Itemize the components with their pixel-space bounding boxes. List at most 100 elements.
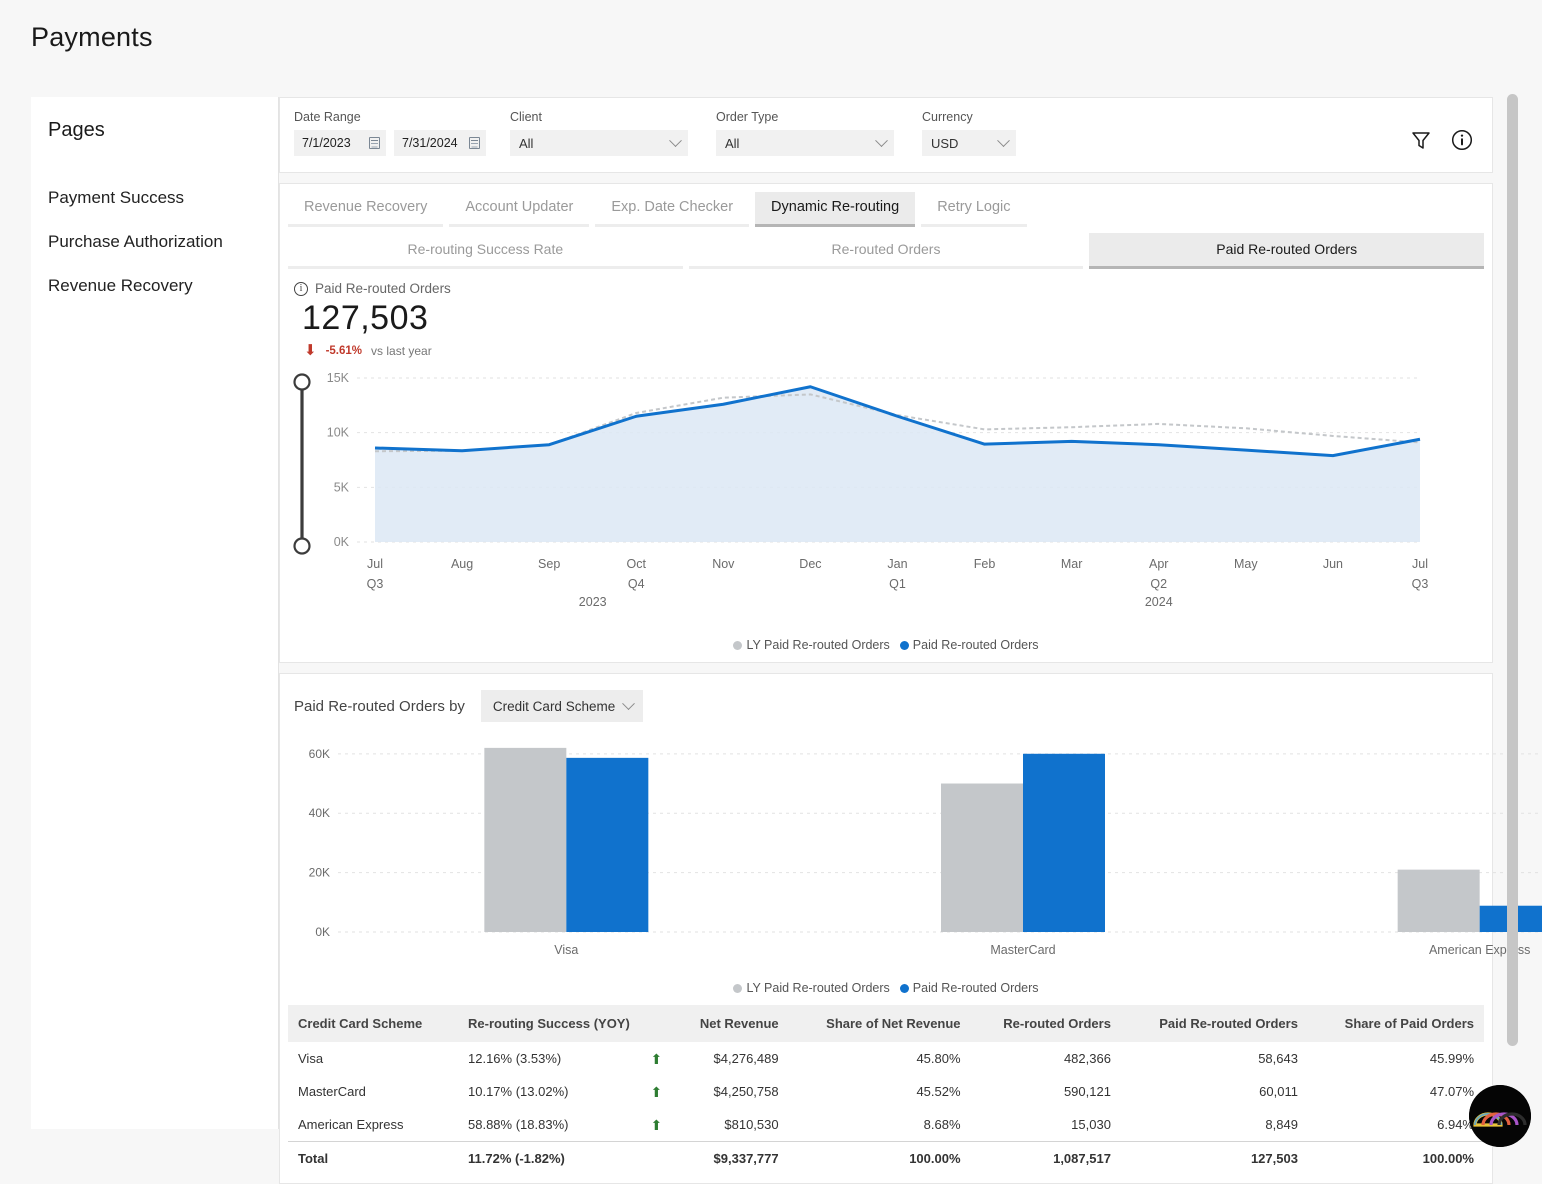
sidebar-item-purchase-authorization[interactable]: Purchase Authorization	[31, 220, 278, 264]
dashboard-card: Revenue Recovery Account Updater Exp. Da…	[279, 183, 1493, 663]
cell-rerouted-orders: 482,366	[1063, 1051, 1111, 1066]
cell-share-paid-orders: 47.07%	[1429, 1084, 1474, 1099]
bar-chart-container: 0K 20K 40K 60K Visa MasterCard American Expres…	[288, 722, 1542, 977]
client-filter: Client All	[510, 110, 688, 156]
chevron-down-icon	[997, 133, 1010, 147]
sidebar-item-revenue-recovery[interactable]: Revenue Recovery	[31, 264, 278, 308]
date-range-start-input[interactable]: 7/1/2023	[294, 130, 386, 156]
cell-share-paid-orders: 100.00%	[1307, 1141, 1484, 1175]
currency-label: Currency	[922, 110, 973, 124]
tab-dynamic-re-routing[interactable]: Dynamic Re-routing	[755, 192, 916, 227]
column-header-re-routing-success[interactable]: Re-routing Success (YOY)	[458, 1005, 673, 1042]
svg-text:MasterCard: MasterCard	[990, 943, 1055, 957]
currency-select[interactable]: USD	[922, 130, 1016, 156]
legend-item-ly-paid-re-routed-orders: LY Paid Re-routed Orders	[733, 981, 890, 995]
cell-paid-rerouted-orders: 127,503	[1120, 1141, 1308, 1175]
page-scrollbar-thumb[interactable]	[1507, 94, 1518, 1046]
svg-text:15K: 15K	[327, 371, 350, 385]
client-value: All	[519, 135, 534, 151]
client-label: Client	[510, 110, 542, 124]
svg-text:2023: 2023	[579, 595, 607, 609]
sidebar-heading: Pages	[48, 119, 105, 141]
cell-share-net-revenue: 45.80%	[916, 1051, 961, 1066]
cell-share-paid-orders: 45.99%	[1429, 1051, 1474, 1066]
filter-funnel-icon[interactable]	[1410, 129, 1432, 151]
column-header-net-revenue[interactable]: Net Revenue	[672, 1005, 789, 1042]
kpi-value: 127,503	[302, 299, 429, 337]
svg-text:Aug: Aug	[451, 557, 473, 571]
column-header-share-of-net-revenue[interactable]: Share of Net Revenue	[788, 1005, 971, 1042]
column-header-re-routed-orders[interactable]: Re-routed Orders	[970, 1005, 1121, 1042]
svg-text:May: May	[1234, 557, 1258, 571]
trend-placeholder	[659, 1151, 663, 1166]
assistant-badge[interactable]	[1469, 1085, 1531, 1147]
tab-revenue-recovery[interactable]: Revenue Recovery	[288, 192, 444, 227]
legend-swatch-last-year	[733, 640, 743, 650]
cell-share-net-revenue: 8.68%	[923, 1117, 961, 1132]
svg-text:Visa: Visa	[554, 943, 578, 957]
cell-share-paid-orders: 6.94%	[1437, 1117, 1474, 1132]
breakdown-table: Credit Card Scheme Re-routing Success (Y…	[288, 1005, 1484, 1175]
legend-label-current: Paid Re-routed Orders	[912, 981, 1039, 995]
svg-text:Apr: Apr	[1149, 557, 1168, 571]
cell-rerouting-success: 11.72% (-1.82%)	[458, 1141, 673, 1175]
order-type-select[interactable]: All	[716, 130, 894, 156]
info-icon[interactable]: i	[294, 281, 308, 296]
cell-scheme: American Express	[298, 1117, 404, 1132]
cell-scheme: MasterCard	[298, 1084, 366, 1099]
cell-net-revenue: $9,337,777	[672, 1141, 789, 1175]
subtab-re-routing-success-rate[interactable]: Re-routing Success Rate	[288, 233, 683, 269]
sidebar: Pages Payment Success Purchase Authoriza…	[31, 97, 279, 1129]
date-range-end-input[interactable]: 7/31/2024	[394, 130, 486, 156]
dimension-value: Credit Card Scheme	[492, 698, 616, 714]
breakdown-card: Paid Re-routed Orders by Credit Card Sch…	[279, 673, 1542, 1184]
dimension-select[interactable]: Credit Card Scheme	[480, 690, 643, 722]
info-icon[interactable]	[1450, 128, 1474, 152]
tab-exp-date-checker[interactable]: Exp. Date Checker	[595, 192, 750, 227]
column-header-share-of-paid-orders[interactable]: Share of Paid Orders	[1307, 1005, 1484, 1042]
tab-account-updater[interactable]: Account Updater	[449, 192, 590, 227]
subtab-re-routed-orders[interactable]: Re-routed Orders	[688, 233, 1084, 269]
column-header-paid-re-routed-orders[interactable]: Paid Re-routed Orders	[1120, 1005, 1308, 1042]
svg-text:Dec: Dec	[799, 557, 821, 571]
svg-text:Jan: Jan	[887, 557, 907, 571]
sub-tab-bar: Re-routing Success Rate Re-routed Orders…	[280, 227, 1492, 269]
tab-retry-logic[interactable]: Retry Logic	[921, 192, 1027, 227]
currency-value: USD	[931, 135, 959, 151]
kpi-delta-value: -5.61%	[325, 344, 363, 357]
cell-rerouted-orders: 15,030	[1071, 1117, 1111, 1132]
kpi-label: Paid Re-routed Orders	[315, 281, 451, 296]
arrow-up-icon: ⬆	[650, 1116, 663, 1133]
legend-label-last-year: LY Paid Re-routed Orders	[746, 638, 890, 652]
svg-text:10K: 10K	[327, 426, 350, 440]
column-header-credit-card-scheme[interactable]: Credit Card Scheme	[288, 1005, 458, 1042]
cell-rerouting-success: 10.17% (13.02%) ⬆	[458, 1075, 672, 1108]
order-type-value: All	[725, 135, 740, 151]
line-chart[interactable]: 0K 5K 10K 15K Jul Q3 Aug Sep Oct Q4 Nov Dec Jan Q1 Feb…	[280, 364, 1460, 629]
bar-chart[interactable]: 0K20K40K60KVisa MasterCard American Expres…	[288, 722, 1542, 972]
svg-text:Jun: Jun	[1323, 557, 1343, 571]
page-title: Payments	[31, 22, 153, 52]
svg-text:Nov: Nov	[712, 557, 735, 571]
page-scrollbar[interactable]	[1507, 94, 1518, 1134]
chevron-down-icon	[669, 133, 682, 147]
legend-label-last-year: LY Paid Re-routed Orders	[746, 981, 890, 995]
cell-rerouted-orders: 590,121	[1063, 1084, 1111, 1099]
svg-text:Q3: Q3	[367, 577, 384, 591]
cell-scheme: Visa	[298, 1051, 324, 1066]
arrow-up-icon: ⬆	[650, 1083, 663, 1100]
chevron-down-icon	[875, 133, 888, 147]
cell-share-net-revenue: 100.00%	[788, 1141, 971, 1175]
svg-text:60K: 60K	[309, 747, 330, 761]
client-select[interactable]: All	[510, 130, 688, 156]
svg-text:Q3: Q3	[1412, 577, 1429, 591]
subtab-paid-re-routed-orders[interactable]: Paid Re-routed Orders	[1089, 233, 1485, 269]
kpi-block: i Paid Re-routed Orders 127,503 ⬇ -5.61%…	[280, 269, 1492, 358]
order-type-filter: Order Type All	[716, 110, 894, 156]
cell-scheme: Total	[288, 1141, 458, 1175]
calendar-icon	[369, 137, 380, 149]
cell-rerouting-success-value: 58.88% (18.83%)	[468, 1117, 569, 1132]
sidebar-item-payment-success[interactable]: Payment Success	[31, 176, 278, 220]
legend-item-paid-re-routed-orders: Paid Re-routed Orders	[899, 981, 1039, 995]
date-range-filter: Date Range 7/1/2023 7/31/2024	[294, 110, 486, 156]
